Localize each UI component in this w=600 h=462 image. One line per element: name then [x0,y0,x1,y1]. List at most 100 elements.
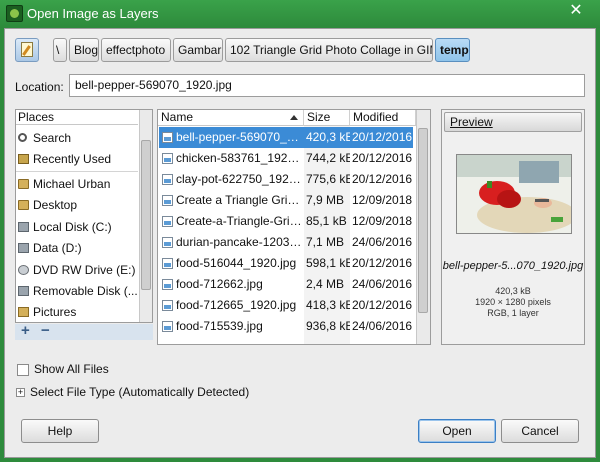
file-modified: 12/09/2018 [352,193,413,207]
path-gambar-button[interactable]: Gambar [173,38,223,62]
pictures-folder-icon [18,307,29,317]
open-button[interactable]: Open [418,419,496,443]
place-search[interactable]: Search [18,128,138,148]
file-name: chicken-583761_1920.jpg [176,151,304,165]
file-name: durian-pancake-120303... [176,235,304,249]
file-modified: 20/12/2016 [352,256,413,270]
file-row[interactable]: food-712665_1920.jpg 418,3 kB 20/12/2016 [159,295,413,316]
pencil-icon [21,42,33,57]
place-label: Data (D:) [33,241,82,255]
file-modified: 24/06/2016 [352,319,413,333]
close-icon[interactable]: ✕ [556,1,596,21]
place-recently-used[interactable]: Recently Used [18,149,138,169]
place-dvd-drive[interactable]: DVD RW Drive (E:) [18,260,138,280]
file-row[interactable]: Create a Triangle Grid P... 7,9 MB 12/09… [159,190,413,211]
image-file-icon [162,216,173,227]
places-pane: Places Search Recently Used Michael Urba… [15,109,153,323]
file-row[interactable]: food-715539.jpg 936,8 kB 24/06/2016 [159,316,413,337]
type-location-button[interactable] [15,38,39,62]
place-label: Local Disk (C:) [33,220,112,234]
file-size: 7,9 MB [306,193,345,207]
search-icon [18,133,27,142]
size-column-header[interactable]: Size [304,110,350,126]
file-name: Create-a-Triangle-Grid-... [176,214,304,228]
file-name: food-516044_1920.jpg [176,256,297,270]
place-desktop[interactable]: Desktop [18,195,138,215]
place-pictures[interactable]: Pictures [18,302,138,322]
file-size: 936,8 kB [306,319,350,333]
file-type-expander-label[interactable]: Select File Type (Automatically Detected… [30,385,249,399]
add-place-button[interactable]: + [21,322,30,339]
recent-icon [18,154,29,164]
preview-mode: RGB, 1 layer [487,308,539,318]
file-name: Create a Triangle Grid P... [176,193,304,207]
file-name: bell-pepper-569070_192... [176,130,304,144]
place-label: Desktop [33,198,78,212]
image-file-icon [162,300,173,311]
name-column-header[interactable]: Name [158,110,304,126]
file-size: 418,3 kB [306,298,350,312]
file-modified: 20/12/2016 [352,298,413,312]
place-label: Removable Disk (... [33,284,138,298]
name-column-label: Name [161,110,194,124]
place-michael-urban[interactable]: Michael Urban [18,174,138,194]
path-root-button[interactable]: \ [53,38,67,62]
place-label: DVD RW Drive (E:) [33,263,136,277]
home-folder-icon [18,179,29,189]
file-row[interactable]: Create-a-Triangle-Grid-... 85,1 kB 12/09… [159,211,413,232]
path-collage-button[interactable]: 102 Triangle Grid Photo Collage in GIMP [225,38,433,62]
cancel-button[interactable]: Cancel [501,419,579,443]
path-effectphoto-button[interactable]: effectphoto [101,38,171,62]
help-button[interactable]: Help [21,419,99,443]
window-title: Open Image as Layers [27,6,159,21]
file-row[interactable]: food-712662.jpg 2,4 MB 24/06/2016 [159,274,413,295]
file-modified: 24/06/2016 [352,235,413,249]
places-divider [16,171,138,172]
pepper-photo [457,155,571,233]
file-name: clay-pot-622750_1920.jpg [176,172,304,186]
file-row[interactable]: bell-pepper-569070_192... 420,3 kB 20/12… [159,127,413,148]
file-row[interactable]: durian-pancake-120303... 7,1 MB 24/06/20… [159,232,413,253]
file-modified: 24/06/2016 [352,277,413,291]
places-header[interactable]: Places [16,110,138,125]
file-modified: 20/12/2016 [352,130,413,144]
place-removable-disk[interactable]: Removable Disk (... [18,281,138,301]
place-label: Search [33,131,72,145]
places-scrollbar[interactable] [139,110,152,322]
file-list-scroll-thumb[interactable] [418,128,428,313]
file-list-scrollbar[interactable] [416,110,430,344]
dialog-body: \ Blog effectphoto Gambar 102 Triangle G… [4,28,596,458]
expander-icon[interactable]: + [16,388,25,397]
preview-filename: bell-pepper-5...070_1920.jpg [442,260,584,272]
image-file-icon [162,195,173,206]
file-list-pane: Name Size Modified bell-pepper-569070_19… [157,109,431,345]
show-all-files-label: Show All Files [34,362,109,376]
removable-disk-icon [18,286,29,296]
places-scroll-thumb[interactable] [141,140,151,290]
location-input[interactable]: bell-pepper-569070_1920.jpg [69,74,585,97]
file-row[interactable]: food-516044_1920.jpg 598,1 kB 20/12/2016 [159,253,413,274]
modified-column-header[interactable]: Modified [350,110,416,126]
file-row[interactable]: clay-pot-622750_1920.jpg 775,6 kB 20/12/… [159,169,413,190]
sort-ascending-icon [290,115,298,120]
path-temp-button[interactable]: temp [435,38,470,62]
file-size: 85,1 kB [306,214,347,228]
file-row[interactable]: chicken-583761_1920.jpg 744,2 kB 20/12/2… [159,148,413,169]
file-name: food-712662.jpg [176,277,263,291]
place-local-disk-c[interactable]: Local Disk (C:) [18,217,138,237]
path-blog-button[interactable]: Blog [69,38,99,62]
place-label: Pictures [33,305,77,319]
image-thumbnail [456,154,572,234]
remove-place-button[interactable]: − [41,322,50,339]
preview-pane: Preview bell-pepper-5...070_1920.jpg 420… [441,109,585,345]
show-all-files-checkbox[interactable] [17,364,29,376]
file-modified: 20/12/2016 [352,172,413,186]
image-file-icon [162,321,173,332]
desktop-folder-icon [18,200,29,210]
file-size: 598,1 kB [306,256,350,270]
image-file-icon [162,258,173,269]
place-data-d[interactable]: Data (D:) [18,238,138,258]
preview-dimensions: 1920 × 1280 pixels [475,297,551,307]
image-file-icon [162,279,173,290]
preview-button[interactable]: Preview [444,112,582,132]
